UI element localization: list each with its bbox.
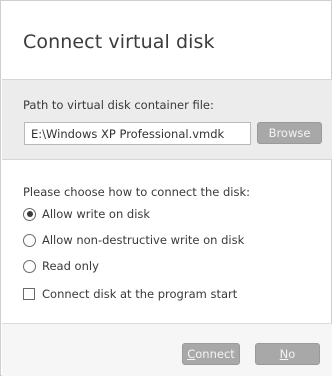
path-label: Path to virtual disk container file: — [23, 98, 214, 112]
option-read-only-label: Read only — [42, 259, 99, 273]
option-allow-write-label: Allow write on disk — [42, 207, 151, 221]
path-input[interactable] — [24, 122, 251, 145]
option-read-only[interactable]: Read only — [23, 259, 99, 273]
startup-connect-label: Connect disk at the program start — [42, 287, 238, 301]
radio-allow-non-destructive-write[interactable] — [23, 233, 36, 247]
connect-virtual-disk-dialog: Connect virtual disk Path to virtual dis… — [0, 0, 332, 376]
dialog-title: Connect virtual disk — [23, 31, 215, 53]
option-allow-non-destructive-write-label: Allow non-destructive write on disk — [42, 233, 245, 247]
connect-mode-label: Please choose how to connect the disk: — [23, 185, 251, 199]
option-allow-non-destructive-write[interactable]: Allow non-destructive write on disk — [23, 233, 244, 247]
no-button[interactable]: No — [255, 343, 320, 365]
radio-read-only[interactable] — [23, 259, 36, 273]
startup-connect-checkbox[interactable] — [23, 288, 35, 300]
path-panel: Path to virtual disk container file: Bro… — [2, 79, 332, 160]
option-allow-write[interactable]: Allow write on disk — [23, 207, 150, 221]
startup-connect-option[interactable]: Connect disk at the program start — [23, 287, 237, 301]
radio-allow-write[interactable] — [23, 207, 36, 221]
connect-button[interactable]: Connect — [182, 343, 240, 365]
browse-button[interactable]: Browse — [257, 122, 322, 144]
